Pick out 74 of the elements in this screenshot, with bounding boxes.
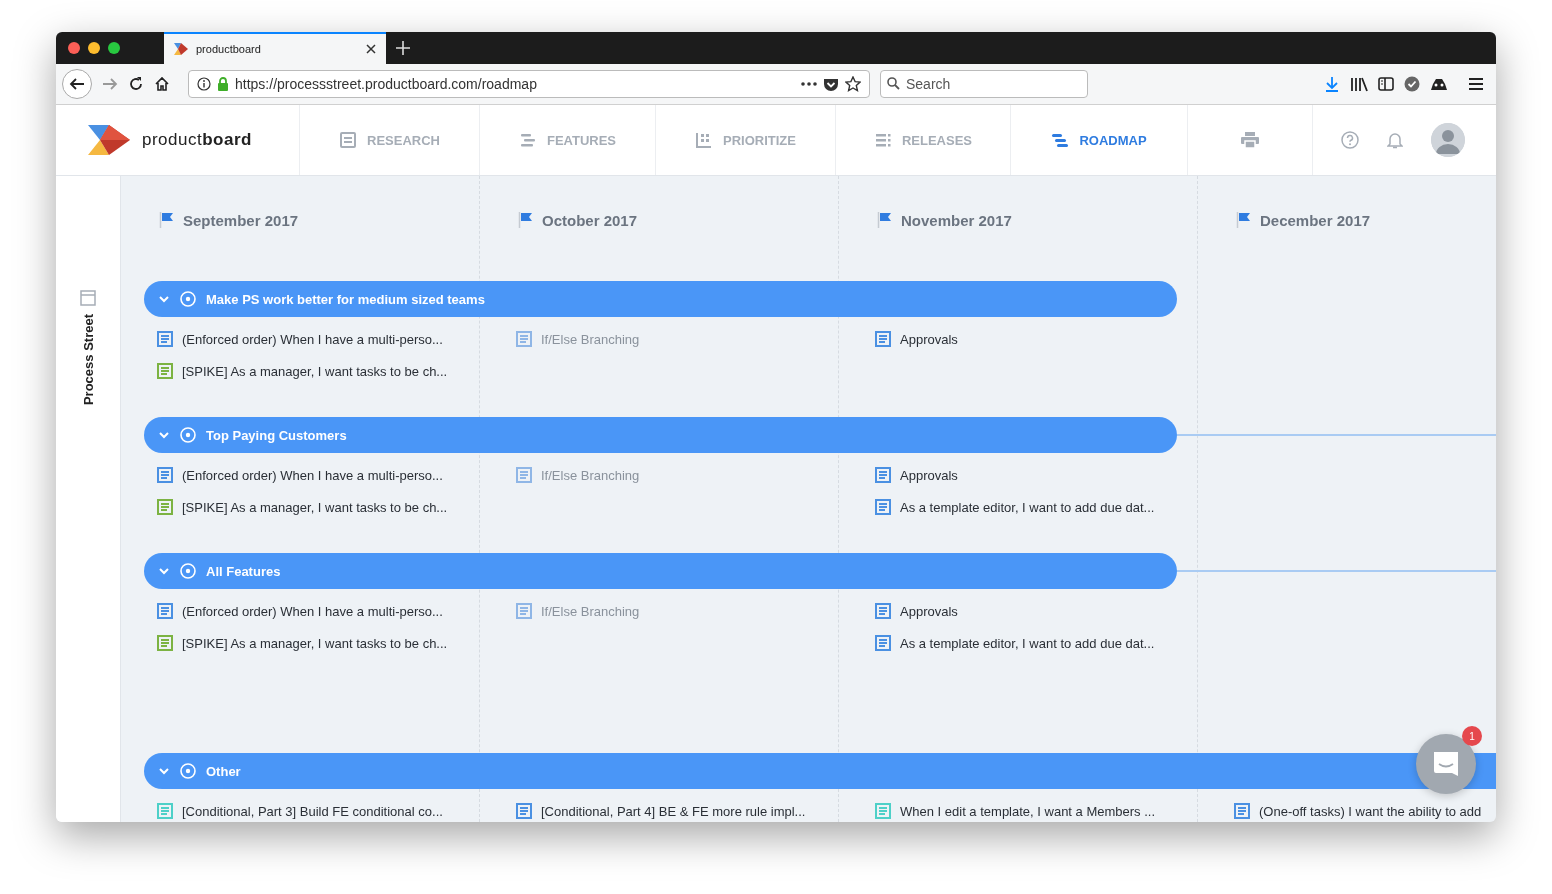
check-icon[interactable] [1404,76,1420,92]
close-icon[interactable] [366,44,376,54]
feature-title[interactable]: As a template editor, I want to add due dat... [900,635,1155,651]
reload-icon[interactable] [128,76,144,92]
more-icon[interactable] [801,82,817,86]
download-icon[interactable] [1324,76,1340,92]
flag-icon [518,212,534,228]
feature-title[interactable]: Approvals [900,331,958,347]
feature-title[interactable]: [SPIKE] As a manager, I want tasks to be ch... [182,363,448,379]
back-button[interactable] [62,69,92,99]
feature-title[interactable]: Approvals [900,603,958,619]
extension-icon[interactable] [1430,77,1448,91]
feature-title[interactable]: When I edit a template, I want a Members ... [900,803,1156,819]
document-icon [339,131,357,149]
forward-icon[interactable] [102,76,118,92]
chevron-icon[interactable] [158,293,170,305]
initiative-title: Make PS work better for medium sized teams [206,291,485,307]
feature-title[interactable]: (Enforced order) When I have a multi-perso... [182,467,443,483]
month-heading: October 2017 [542,212,638,229]
feature-title[interactable]: [Conditional, Part 4] BE & FE more rule impl... [541,803,806,819]
feature-title[interactable]: As a template editor, I want to add due dat... [900,499,1155,515]
target-icon [180,427,196,443]
bars-icon [1051,131,1070,149]
grid-icon [695,131,713,149]
month-heading: November 2017 [901,212,1012,229]
plus-icon[interactable] [396,41,410,55]
chevron-icon[interactable] [158,765,170,777]
feature-title[interactable]: (One-off tasks) I want the ability to add [1259,803,1482,819]
zoom-window-button[interactable] [108,42,120,54]
back-icon [69,76,85,92]
target-icon [180,291,196,307]
logo-icon [88,125,130,155]
info-icon [197,77,211,91]
month-heading: December 2017 [1260,212,1371,229]
notification-badge: 1 [1462,726,1482,746]
workspace-label[interactable]: Process Street [80,314,96,406]
lock-icon [217,77,229,91]
pocket-icon[interactable] [823,76,839,92]
flag-icon [1236,212,1252,228]
initiative-title: Top Paying Customers [206,427,347,443]
logo-icon [174,43,188,55]
address-field[interactable]: https://processstreet.productboard.com/roadmap [188,70,870,98]
feature-title[interactable]: [Conditional, Part 3] Build FE conditional co... [182,803,443,819]
initiative-title: All Features [206,563,281,579]
menu-icon[interactable] [1468,77,1484,91]
search-icon [887,77,900,90]
chevron-icon[interactable] [158,565,170,577]
sidebar-icon[interactable] [1378,76,1394,92]
chat-icon [1431,750,1461,778]
chevron-icon[interactable] [158,429,170,441]
minimize-window-button[interactable] [88,42,100,54]
browser-tab[interactable]: productboard [164,32,386,64]
feature-title[interactable]: (Enforced order) When I have a multi-perso... [182,603,443,619]
avatar[interactable] [1431,123,1465,157]
feature-title[interactable]: Approvals [900,467,958,483]
list-icon [873,131,892,149]
lines-icon [518,131,537,149]
library-icon[interactable] [1350,76,1368,92]
chat-button[interactable] [1416,734,1476,794]
feature-title[interactable]: [SPIKE] As a manager, I want tasks to be ch... [182,635,448,651]
flag-icon [877,212,893,228]
home-icon[interactable] [154,76,170,92]
feature-title[interactable]: (Enforced order) When I have a multi-perso... [182,331,443,347]
nav-tab[interactable]: ROADMAP [1011,105,1188,175]
target-icon [180,563,196,579]
star-icon[interactable] [845,76,861,92]
search-field[interactable]: Search [880,70,1088,98]
logo-text: productboard [142,130,252,150]
month-heading: September 2017 [183,212,299,229]
initiative-title: Other [206,763,241,779]
feature-title[interactable]: [SPIKE] As a manager, I want tasks to be ch... [182,499,448,515]
close-window-button[interactable] [68,42,80,54]
target-icon [180,763,196,779]
flag-icon [159,212,175,228]
